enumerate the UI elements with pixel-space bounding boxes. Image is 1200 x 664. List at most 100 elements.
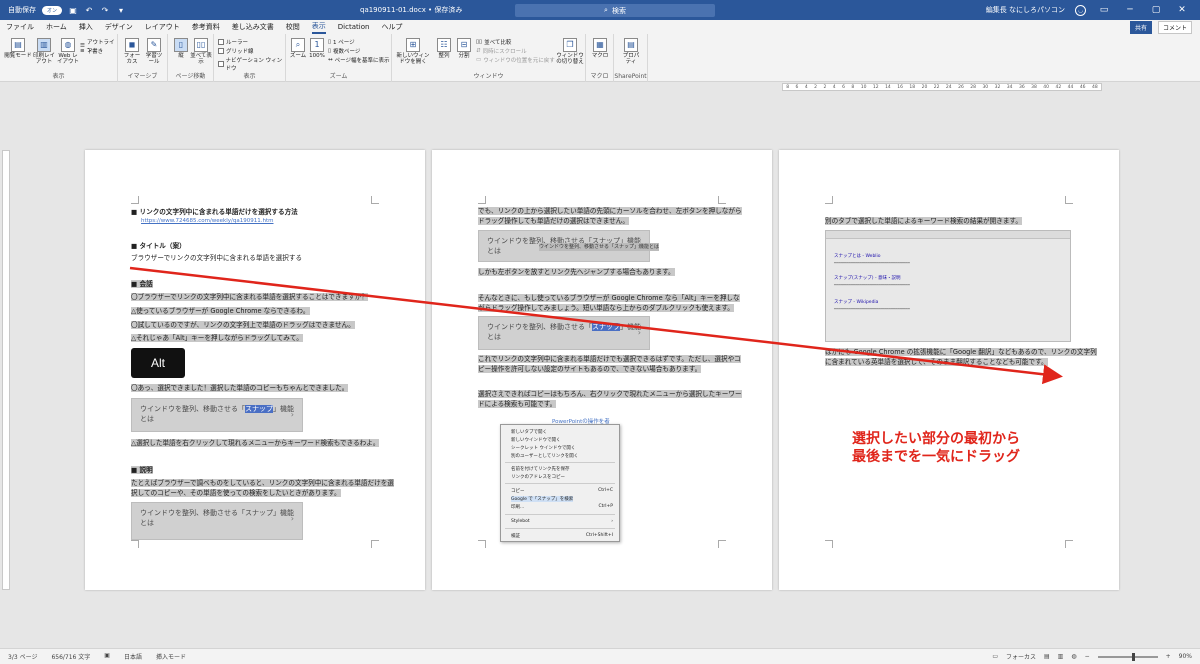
doc-paragraph: 〇試しているのですが、リンクの文字列上で単語のドラッグはできません。 [131, 321, 355, 329]
link-screenshot: ウインドウを整列、移動させる「スナップ」機能 とは › [478, 316, 650, 350]
redo-icon[interactable]: ↷ [100, 5, 110, 15]
arrange-label: 整列 [438, 53, 450, 59]
search-result-title: スナップ - Wikipedia [834, 300, 879, 305]
read-mode-button[interactable]: ▤ 閲覧モード [4, 38, 32, 59]
search-box[interactable]: ⌕ 検索 [515, 4, 715, 17]
comment-button[interactable]: コメント [1157, 21, 1192, 34]
menu-item-open-new-tab[interactable]: 新しいタブで開く [511, 429, 547, 435]
arrange-button[interactable]: ☷ 整列 [434, 38, 454, 59]
web-layout-status-icon[interactable]: ◍ [1071, 653, 1076, 660]
tab-help[interactable]: ヘルプ [381, 22, 402, 32]
ruler-number: 2 [823, 84, 827, 90]
avatar[interactable]: ◡ [1075, 4, 1086, 16]
gridlines-checkbox[interactable]: グリッド線 [218, 47, 254, 55]
new-window-button[interactable]: ⊞ 新しいウィンドウを開く [396, 38, 430, 65]
nav-pane-checkbox[interactable]: ナビゲーション ウィンドウ [218, 56, 285, 72]
macro-button[interactable]: ▦ マクロ [590, 38, 610, 59]
menu-item-open-incognito[interactable]: シークレット ウインドウで開く [511, 445, 575, 451]
language[interactable]: 日本語 [124, 652, 142, 661]
undo-icon[interactable]: ↶ [84, 5, 94, 15]
tab-references[interactable]: 参考資料 [192, 22, 220, 32]
menu-item-copy-link[interactable]: リンクのアドレスをコピー [511, 474, 565, 480]
focus-mode-label[interactable]: フォーカス [1006, 652, 1036, 661]
page-1[interactable]: ■ リンクの文字列中に含まれる単語だけを選択する方法 https://www.7… [85, 150, 425, 590]
menu-item-save-link[interactable]: 名前を付けてリンク先を保存 [511, 466, 570, 472]
one-page-button[interactable]: ▯ 1 ページ [328, 38, 355, 46]
selected-text: 〇試しているのですが、リンクの文字列上で単語のドラッグはできません。 [131, 321, 355, 329]
tab-file[interactable]: ファイル [6, 22, 34, 32]
share-button[interactable]: 共有 [1129, 21, 1152, 34]
properties-button[interactable]: ▤ プロパティ [620, 38, 642, 65]
word-count[interactable]: 656/716 文字 [51, 652, 90, 661]
menu-item-copy[interactable]: コピー [511, 488, 525, 494]
menu-item-inspect[interactable]: 検証 [511, 533, 520, 539]
tab-dictation[interactable]: Dictation [338, 23, 370, 31]
menu-separator [505, 462, 615, 463]
zoom-100-label: 100% [309, 53, 325, 59]
vertical-ruler[interactable] [2, 150, 10, 590]
tab-design[interactable]: デザイン [105, 22, 133, 32]
insert-mode[interactable]: 挿入モード [156, 652, 186, 661]
multi-page-button[interactable]: ▯ 複数ページ [328, 47, 360, 55]
ribbon-group-sharepoint: ▤ プロパティ SharePoint [614, 34, 648, 82]
split-button[interactable]: ⊟ 分割 [454, 38, 474, 59]
web-layout-button[interactable]: ◍ Web レイアウト [56, 38, 80, 65]
ruler-number: 32 [994, 84, 1001, 90]
menu-item-google-search[interactable]: Google で「スナップ」を検索 [511, 496, 574, 502]
switch-window-button[interactable]: ❐ ウィンドウの切り替え [556, 38, 584, 65]
tab-insert[interactable]: 挿入 [79, 22, 93, 32]
menu-item-open-as-user[interactable]: 別のユーザーとしてリンクを開く [511, 453, 578, 459]
sync-scroll-icon: ⇵ [476, 48, 481, 54]
focus-button[interactable]: ◼ フォーカス [122, 38, 142, 65]
zoom-percent[interactable]: 90% [1179, 653, 1192, 660]
tab-home[interactable]: ホーム [46, 22, 67, 32]
tab-review[interactable]: 校閲 [286, 22, 300, 32]
selected-text: ■ 説明 [131, 466, 153, 474]
zoom-slider[interactable] [1097, 652, 1158, 661]
ruler-checkbox[interactable]: ルーラー [218, 38, 248, 46]
focus-mode-icon[interactable]: ▭ [992, 653, 998, 660]
zoom-100-button[interactable]: 1 100% [308, 38, 326, 59]
maximize-icon[interactable]: ▢ [1148, 5, 1164, 15]
search-result-snippet: ━━━━━━━━━━━━━━━━━━━━━━━━━━━━━━━━━━━━ [834, 283, 910, 287]
horizontal-ruler[interactable]: 8 6 4 2 2 4 6 8 10 12 14 16 18 20 22 24 26 28 30 32 34 36 38 40… [782, 83, 1102, 91]
zoom-in-icon[interactable]: + [1166, 653, 1171, 660]
page-width-button[interactable]: ↔ ページ幅を基準に表示 [328, 56, 390, 64]
customize-qat-icon[interactable]: ▾ [116, 5, 126, 15]
autosave-toggle[interactable]: オン [42, 5, 62, 15]
sync-scroll-button[interactable]: ⇵ 同時にスクロール [476, 47, 527, 55]
doc-url[interactable]: https://www.724685.com/weekly/qa190911.h… [141, 217, 274, 225]
side-compare-button[interactable]: ▯▯ 並べて比較 [476, 38, 511, 46]
user-name[interactable]: 編集長 なにしろパソコン [986, 5, 1065, 15]
reset-position-button[interactable]: ▭ ウィンドウの位置を元に戻す [476, 56, 555, 64]
menu-item-open-new-window[interactable]: 新しいウインドウで開く [511, 437, 561, 443]
zoom-out-icon[interactable]: − [1085, 653, 1090, 660]
menu-item-stylebot[interactable]: Stylebot [511, 519, 530, 524]
chevron-right-icon: › [637, 328, 641, 337]
ruler-number: 10 [860, 84, 867, 90]
learning-tools-button[interactable]: ✎ 学習ツール [144, 38, 164, 65]
proofing-icon[interactable]: ▣ [104, 652, 110, 661]
read-mode-status-icon[interactable]: ▤ [1044, 653, 1050, 660]
side-by-side-button[interactable]: ▯▯ 並べて表示 [190, 38, 212, 65]
zoom-button[interactable]: ⌕ ズーム [288, 38, 308, 59]
save-icon[interactable]: ▣ [68, 5, 78, 15]
close-icon[interactable]: ✕ [1174, 5, 1190, 15]
vertical-button[interactable]: ▯ 縦 [172, 38, 190, 59]
page-2[interactable]: でも、リンクの上から選択したい単語の先頭にカーソルを合わせ、左ボタンを押しながら… [432, 150, 772, 590]
draft-button[interactable]: ≡ 下書き [80, 47, 103, 55]
tab-mailings[interactable]: 差し込み文書 [232, 22, 274, 32]
page-count[interactable]: 3/3 ページ [8, 652, 37, 661]
page-3[interactable]: 別のタブで選択した単語によるキーワード検索の結果が開きます。 スナップとは - … [779, 150, 1119, 590]
selected-text: 〇あっ、選択できました！選択した単語のコピーもちゃんとできました。 [131, 384, 349, 392]
menu-item-print[interactable]: 印刷... [511, 504, 524, 510]
vertical-label: 縦 [178, 53, 184, 59]
tab-view[interactable]: 表示 [311, 21, 326, 34]
split-icon: ⊟ [457, 38, 471, 52]
print-layout-button[interactable]: ▥ 印刷レイアウト [32, 38, 56, 65]
tab-layout[interactable]: レイアウト [145, 22, 180, 32]
ribbon-display-options-icon[interactable]: ▭ [1096, 5, 1112, 15]
print-layout-status-icon[interactable]: ▥ [1058, 653, 1064, 660]
minimize-icon[interactable]: ─ [1122, 5, 1138, 15]
ribbon-tabs: ファイル ホーム 挿入 デザイン レイアウト 参考資料 差し込み文書 校閲 表示… [0, 20, 1200, 34]
